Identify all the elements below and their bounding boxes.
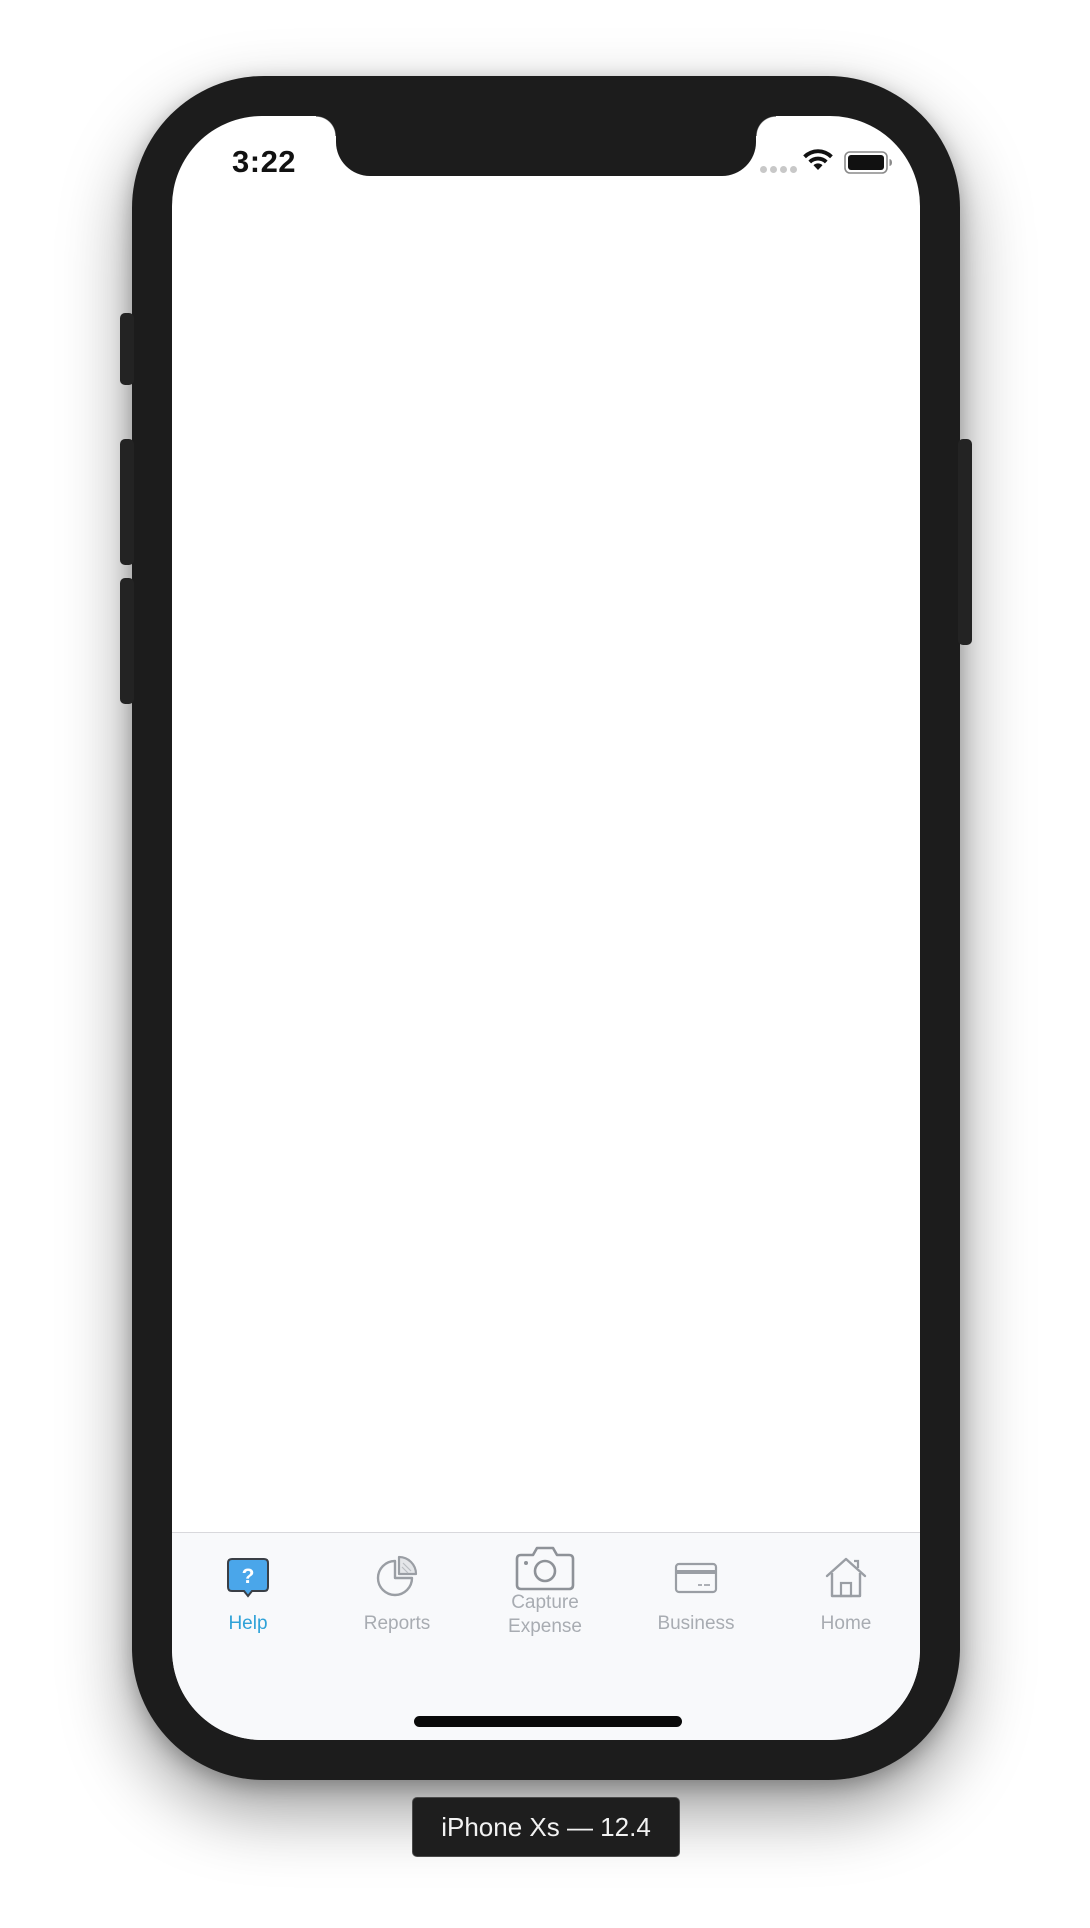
side-button [958, 439, 972, 645]
camera-icon [515, 1546, 575, 1591]
battery-icon [844, 151, 892, 174]
tab-capture-expense-label: Capture Expense [470, 1591, 620, 1639]
tab-help[interactable]: ? Help [173, 1533, 323, 1643]
notch [316, 116, 776, 176]
home-indicator[interactable] [414, 1716, 682, 1727]
volume-down-button [120, 578, 134, 704]
wifi-icon [803, 149, 833, 170]
status-time: 3:22 [232, 144, 297, 179]
tab-business[interactable]: Business [621, 1533, 771, 1643]
svg-text:?: ? [242, 1565, 255, 1588]
house-icon [825, 1557, 867, 1598]
tab-reports[interactable]: Reports [322, 1533, 472, 1643]
device-frame: 3:22 ? Help Reports Capture Expense Busi… [120, 76, 972, 1780]
tab-business-label: Business [657, 1613, 735, 1634]
volume-up-button [120, 439, 134, 565]
pie-chart-icon [376, 1555, 418, 1597]
tab-capture-expense-label-line1: Capture [511, 1592, 579, 1613]
tab-capture-expense[interactable]: Capture Expense [470, 1533, 620, 1643]
tab-home[interactable]: Home [771, 1533, 920, 1643]
silent-switch [120, 313, 134, 385]
simulator-device-label: iPhone Xs — 12.4 [412, 1797, 680, 1857]
credit-card-icon [674, 1562, 718, 1594]
tab-help-label: Help [228, 1613, 268, 1634]
tab-reports-label: Reports [363, 1613, 431, 1634]
screen: 3:22 ? Help Reports Capture Expense Busi… [172, 116, 920, 1740]
tab-bar: ? Help Reports Capture Expense Business … [172, 1532, 920, 1740]
signal-dots-icon [760, 166, 797, 173]
help-bubble-icon: ? [227, 1558, 269, 1598]
tab-capture-expense-label-line2: Expense [508, 1616, 582, 1637]
tab-home-label: Home [820, 1613, 872, 1634]
